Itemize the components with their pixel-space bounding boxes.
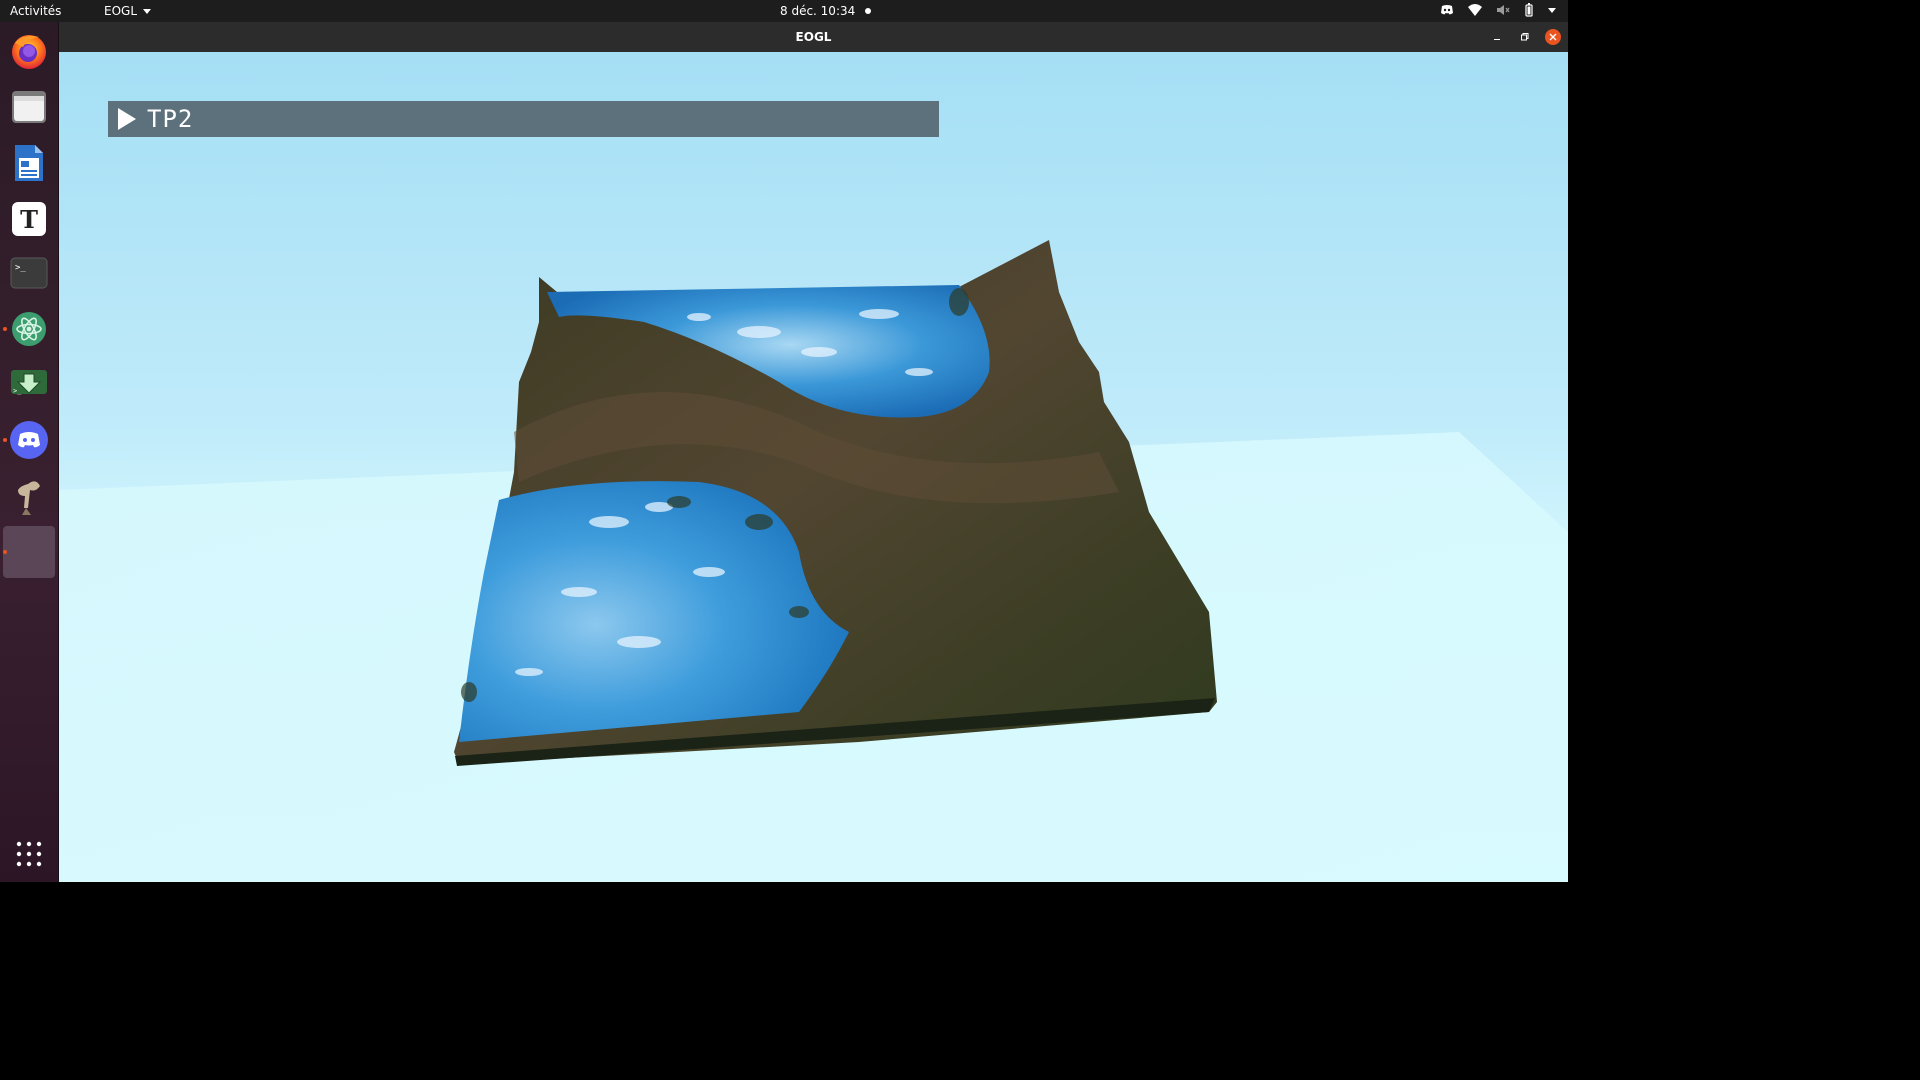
- app-menu[interactable]: EOGL: [104, 4, 152, 18]
- 3d-viewport[interactable]: TP2: [59, 52, 1568, 882]
- svg-text:T: T: [20, 205, 38, 234]
- wifi-icon[interactable]: [1468, 4, 1482, 16]
- app-menu-label: EOGL: [104, 4, 138, 18]
- minimize-button[interactable]: [1489, 29, 1505, 45]
- dock-item-files[interactable]: [5, 83, 53, 131]
- window-title: EOGL: [795, 30, 832, 44]
- install-manager-icon: >_: [11, 370, 47, 395]
- running-indicator: [3, 438, 7, 442]
- show-applications-icon: [16, 841, 42, 867]
- svg-text:>_: >_: [13, 387, 22, 395]
- discord-icon: [10, 421, 48, 459]
- show-applications-button[interactable]: [5, 830, 53, 878]
- atom-icon: [12, 312, 46, 346]
- files-icon: [12, 91, 46, 123]
- dock-item-install-manager[interactable]: >_: [5, 358, 53, 406]
- dock: T >_ >_: [0, 22, 59, 882]
- maximize-button[interactable]: [1517, 29, 1533, 45]
- window-titlebar[interactable]: EOGL: [59, 22, 1568, 52]
- dock-item-atom[interactable]: [5, 305, 53, 353]
- volume-muted-icon[interactable]: [1496, 4, 1510, 16]
- dock-item-writer[interactable]: [5, 139, 53, 187]
- dock-item-gimp[interactable]: [5, 472, 53, 520]
- gimp-icon: [18, 481, 40, 515]
- terminal-icon: >_: [10, 257, 48, 289]
- chevron-down-icon: [143, 9, 152, 14]
- battery-icon[interactable]: [1524, 3, 1534, 17]
- discord-tray-icon[interactable]: [1440, 4, 1454, 16]
- top-bar: Activités EOGL 8 déc. 10:34: [0, 0, 1568, 22]
- dock-item-text-editor[interactable]: T: [5, 195, 53, 243]
- libreoffice-writer-icon: [15, 145, 43, 181]
- clock[interactable]: 8 déc. 10:34: [780, 4, 872, 18]
- svg-text:>_: >_: [15, 263, 26, 273]
- system-menu-caret-icon[interactable]: [1548, 8, 1556, 13]
- play-icon: [118, 108, 136, 130]
- close-button[interactable]: [1545, 29, 1561, 45]
- minimize-icon: [1494, 39, 1500, 40]
- dock-item-discord[interactable]: [5, 416, 53, 464]
- close-icon: [1549, 33, 1557, 41]
- dock-item-terminal[interactable]: >_: [5, 249, 53, 297]
- app-window: EOGL TP2: [59, 22, 1568, 882]
- terrain-scene: [59, 240, 1568, 882]
- running-indicator: [3, 550, 7, 554]
- firefox-icon: [12, 35, 46, 69]
- dock-item-eogl[interactable]: [3, 526, 55, 578]
- notification-dot-icon: [865, 8, 872, 14]
- dock-item-firefox[interactable]: [5, 27, 53, 75]
- menu-header-label: TP2: [147, 105, 194, 133]
- clock-label: 8 déc. 10:34: [780, 4, 856, 18]
- text-editor-icon: T: [12, 202, 46, 236]
- running-indicator: [3, 327, 7, 331]
- system-tray[interactable]: [1440, 3, 1556, 17]
- restore-icon: [1521, 33, 1529, 41]
- activities-button[interactable]: Activités: [10, 4, 61, 18]
- app-menu-header[interactable]: TP2: [108, 101, 939, 137]
